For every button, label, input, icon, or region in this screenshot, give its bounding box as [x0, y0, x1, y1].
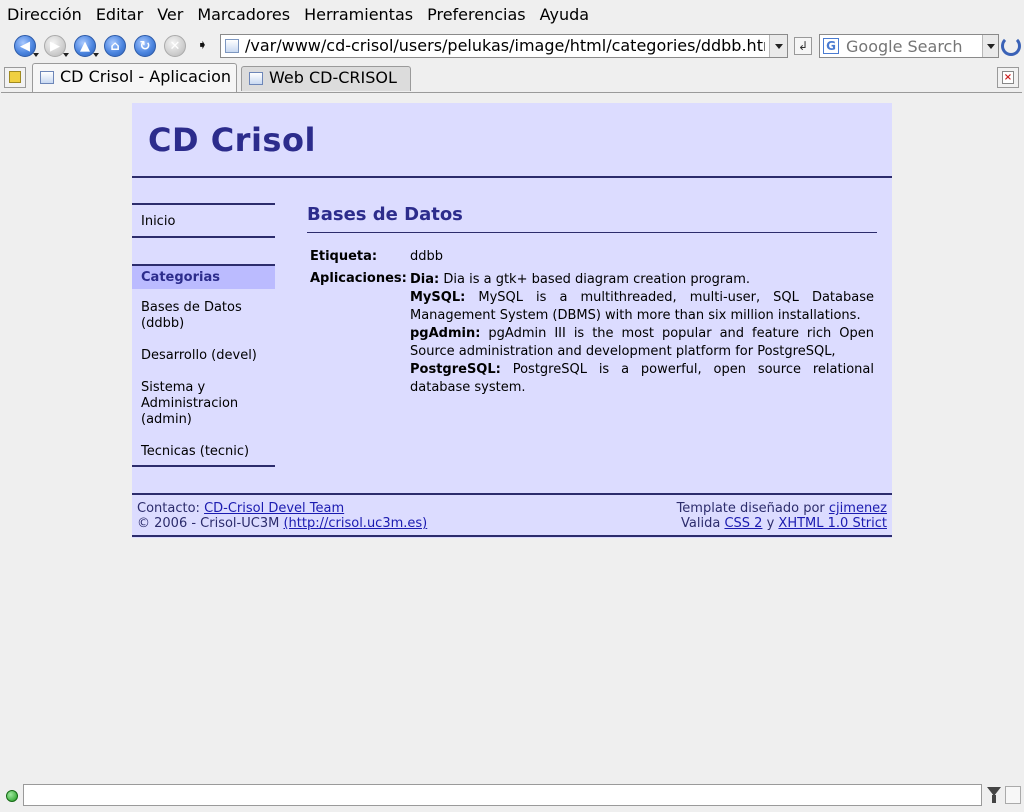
menu-ayuda[interactable]: Ayuda	[533, 0, 596, 30]
search-input[interactable]	[846, 35, 976, 57]
reload-icon: ↻	[139, 39, 151, 54]
connection-status-icon	[6, 790, 18, 802]
applications-list: Dia: Dia is a gtk+ based diagram creatio…	[410, 271, 874, 397]
back-history-dropdown-icon[interactable]	[33, 53, 39, 57]
sidebar-icon	[9, 71, 21, 83]
app-entry-postgresql: PostgreSQL: PostgreSQL is a powerful, op…	[410, 361, 874, 397]
go-button[interactable]: ↲	[794, 37, 812, 55]
tab-label: CD Crisol - Aplicacion	[60, 67, 232, 86]
crisol-site-link[interactable]: (http://crisol.uc3m.es)	[283, 516, 427, 531]
app-entry-dia: Dia: Dia is a gtk+ based diagram creatio…	[410, 271, 874, 289]
home-icon: ⌂	[110, 39, 120, 54]
content-title-divider	[307, 232, 877, 233]
author-link[interactable]: cjimenez	[829, 501, 887, 516]
valida-label: Valida	[681, 516, 721, 531]
category-link-devel[interactable]: Desarrollo (devel)	[141, 348, 271, 364]
tab-page-icon	[40, 71, 54, 84]
menu-bar: Dirección Editar Ver Marcadores Herramie…	[0, 0, 1024, 30]
tab-label: Web CD-CRISOL	[269, 68, 397, 87]
category-link-tecnic[interactable]: Tecnicas (tecnic)	[141, 444, 271, 460]
menu-marcadores[interactable]: Marcadores	[190, 0, 297, 30]
google-engine-icon[interactable]: G	[823, 38, 839, 54]
footer-contact: Contacto: CD-Crisol Devel Team © 2006 - …	[137, 501, 427, 531]
forward-arrow-icon: ▶	[50, 39, 60, 54]
app-name: PostgreSQL:	[410, 362, 501, 377]
open-sidebar-button[interactable]	[4, 67, 26, 88]
url-history-dropdown[interactable]	[769, 35, 787, 57]
footer-credits: Template diseñado por cjimenez Valida CS…	[677, 501, 887, 531]
css-validator-link[interactable]: CSS 2	[724, 516, 762, 531]
sidebar-item-inicio[interactable]: Inicio	[141, 214, 175, 229]
web-page: CD Crisol Inicio Categorias Bases de Dat…	[132, 103, 892, 538]
menu-editar[interactable]: Editar	[89, 0, 150, 30]
filter-icon[interactable]	[986, 786, 1002, 804]
back-arrow-icon: ◀	[20, 39, 30, 54]
go-to-location-icon[interactable]: ➧	[197, 39, 213, 53]
tab-bar: CD Crisol - Aplicacion Web CD-CRISOL ×	[0, 62, 1024, 93]
etiqueta-value: ddbb	[410, 249, 444, 264]
tab-cd-crisol-aplicacion[interactable]: CD Crisol - Aplicacion	[32, 63, 237, 93]
app-entry-pgadmin: pgAdmin: pgAdmin III is the most popular…	[410, 325, 874, 361]
category-link-admin[interactable]: Sistema y Administracion (admin)	[141, 380, 251, 428]
up-dropdown-icon[interactable]	[93, 53, 99, 57]
tab-web-cd-crisol[interactable]: Web CD-CRISOL	[241, 66, 411, 91]
status-text-field	[23, 784, 982, 806]
app-entry-mysql: MySQL: MySQL is a multithreaded, multi-u…	[410, 289, 874, 325]
xhtml-validator-link[interactable]: XHTML 1.0 Strict	[778, 516, 887, 531]
footer-bottom-divider	[132, 535, 892, 537]
search-bar[interactable]: G	[819, 34, 999, 58]
contact-link[interactable]: CD-Crisol Devel Team	[204, 501, 344, 516]
app-description: MySQL is a multithreaded, multi-user, SQ…	[410, 290, 874, 323]
app-name: pgAdmin:	[410, 326, 481, 341]
app-name: MySQL:	[410, 290, 466, 305]
conjunction-text: y	[766, 516, 775, 531]
reload-button[interactable]: ↻	[134, 35, 156, 57]
sidebar-divider	[132, 465, 275, 467]
page-favicon-icon	[225, 39, 239, 53]
close-tab-icon: ×	[1002, 71, 1014, 84]
menu-preferencias[interactable]: Preferencias	[420, 0, 533, 30]
menu-direccion[interactable]: Dirección	[0, 0, 89, 30]
categories-header: Categorias	[132, 264, 275, 289]
status-bar	[0, 782, 1024, 812]
sidebar-nav: Inicio	[132, 203, 275, 238]
app-description: Dia is a gtk+ based diagram creation pro…	[443, 272, 750, 287]
search-engine-dropdown[interactable]	[982, 35, 998, 57]
browser-viewport: CD Crisol Inicio Categorias Bases de Dat…	[1, 92, 1022, 780]
resize-grip-icon[interactable]	[1005, 786, 1021, 804]
home-button[interactable]: ⌂	[104, 35, 126, 57]
menu-herramientas[interactable]: Herramientas	[297, 0, 420, 30]
footer-divider	[132, 493, 892, 495]
app-name: Dia:	[410, 272, 440, 287]
up-arrow-icon: ▲	[80, 39, 90, 54]
tab-page-icon	[249, 72, 263, 85]
categories-header-label: Categorias	[141, 270, 220, 285]
menu-ver[interactable]: Ver	[150, 0, 190, 30]
copyright-text: © 2006 - Crisol-UC3M	[137, 516, 280, 531]
header-divider	[132, 176, 892, 178]
close-tab-button[interactable]: ×	[997, 67, 1019, 88]
app-description: pgAdmin III is the most popular and feat…	[410, 326, 874, 359]
site-title: CD Crisol	[148, 121, 316, 159]
category-link-ddbb[interactable]: Bases de Datos (ddbb)	[141, 300, 271, 332]
etiqueta-label: Etiqueta:	[310, 249, 378, 264]
url-bar[interactable]: /var/www/cd-crisol/users/pelukas/image/h…	[220, 34, 788, 58]
stop-icon: ✕	[169, 39, 181, 54]
activity-throbber-icon	[1001, 36, 1021, 56]
content-title: Bases de Datos	[307, 204, 463, 225]
stop-button[interactable]: ✕	[164, 35, 186, 57]
contact-label: Contacto:	[137, 501, 200, 516]
forward-history-dropdown-icon[interactable]	[63, 53, 69, 57]
url-input[interactable]: /var/www/cd-crisol/users/pelukas/image/h…	[245, 35, 765, 57]
navigation-toolbar: ◀ ▶ ▲ ⌂ ↻ ✕ ➧ /var/www/cd-crisol/users/p…	[0, 30, 1024, 62]
template-label: Template diseñado por	[676, 501, 825, 516]
aplicaciones-label: Aplicaciones:	[310, 271, 407, 286]
